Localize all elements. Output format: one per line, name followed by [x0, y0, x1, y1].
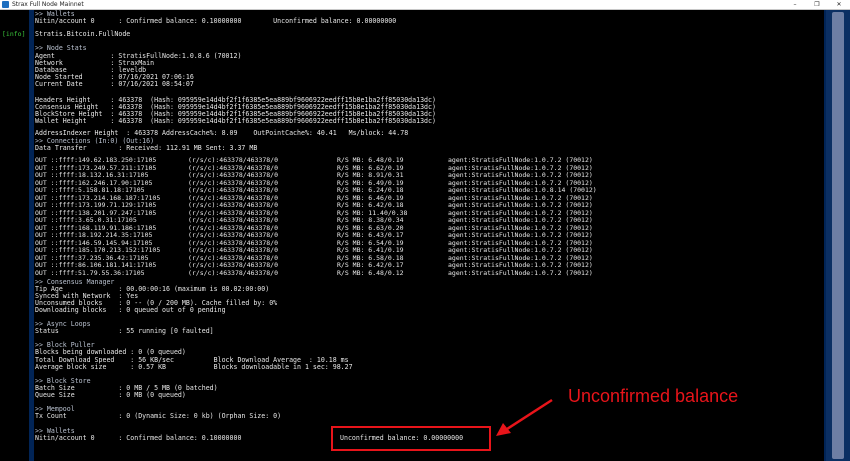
- maximize-button[interactable]: ❐: [806, 0, 828, 9]
- callout-label: Unconfirmed balance: [568, 386, 739, 406]
- close-button[interactable]: ✕: [828, 0, 850, 9]
- consensus-line-downloading: Downloading blocks : 0 queued out of 0 p…: [35, 306, 226, 314]
- puller-line-block-size: Average block size : 0.57 KB Blocks down…: [35, 363, 353, 371]
- puller-line-downloading: Blocks being downloaded : 0 (0 queued): [35, 348, 186, 356]
- wallet-line-top: Nitin/account 0 : Confirmed balance: 0.1…: [35, 17, 397, 25]
- store-line-queue: Queue Size : 0 MB (0 queued): [35, 391, 186, 399]
- peer-rsc: (r/s/c):463378/463378/0: [188, 268, 279, 277]
- height-line-wallet: Wallet Height : 463378 (Hash: 095959e14d…: [35, 117, 436, 125]
- async-status-line: Status : 55 running [0 faulted]: [35, 327, 214, 335]
- peer-agent: agent:StratisFullNode:1.0.7.2 (70012): [448, 268, 593, 277]
- peer-address: OUT ::ffff:51.79.55.36:17105: [35, 268, 145, 277]
- mempool-tx-count: Tx Count : 0 (Dynamic Size: 0 kb) (Orpha…: [35, 412, 282, 420]
- info-tag: [info]: [2, 30, 26, 38]
- callout-arrow-icon: [496, 398, 553, 436]
- scrollbar-thumb[interactable]: [832, 12, 844, 459]
- log-level-gutter: [info]: [0, 10, 29, 461]
- data-transfer-line: Data Transfer : Received: 112.91 MB Sent…: [35, 144, 258, 152]
- highlight-box: [331, 426, 491, 451]
- vertical-scrollbar[interactable]: [826, 10, 850, 461]
- window-titlebar[interactable]: Strax Full Node Mainnet – ❐ ✕: [0, 0, 850, 10]
- peer-rs-mb: R/S MB: 6.48/0.12: [337, 268, 404, 277]
- minimize-button[interactable]: –: [784, 0, 806, 9]
- wallet-account-line: Nitin/account 0 : Confirmed balance: 0.1…: [35, 434, 242, 442]
- address-indexer-line: AddressIndexer Height : 463378 AddressCa…: [35, 129, 409, 137]
- window-title: Strax Full Node Mainnet: [12, 1, 84, 8]
- app-icon: [2, 1, 9, 8]
- stat-line-current-date: Current Date : 07/16/2021 08:54:07: [35, 80, 194, 88]
- node-name: Stratis.Bitcoin.FullNode: [35, 30, 131, 38]
- section-header-node-stats: >> Node Stats: [35, 44, 87, 52]
